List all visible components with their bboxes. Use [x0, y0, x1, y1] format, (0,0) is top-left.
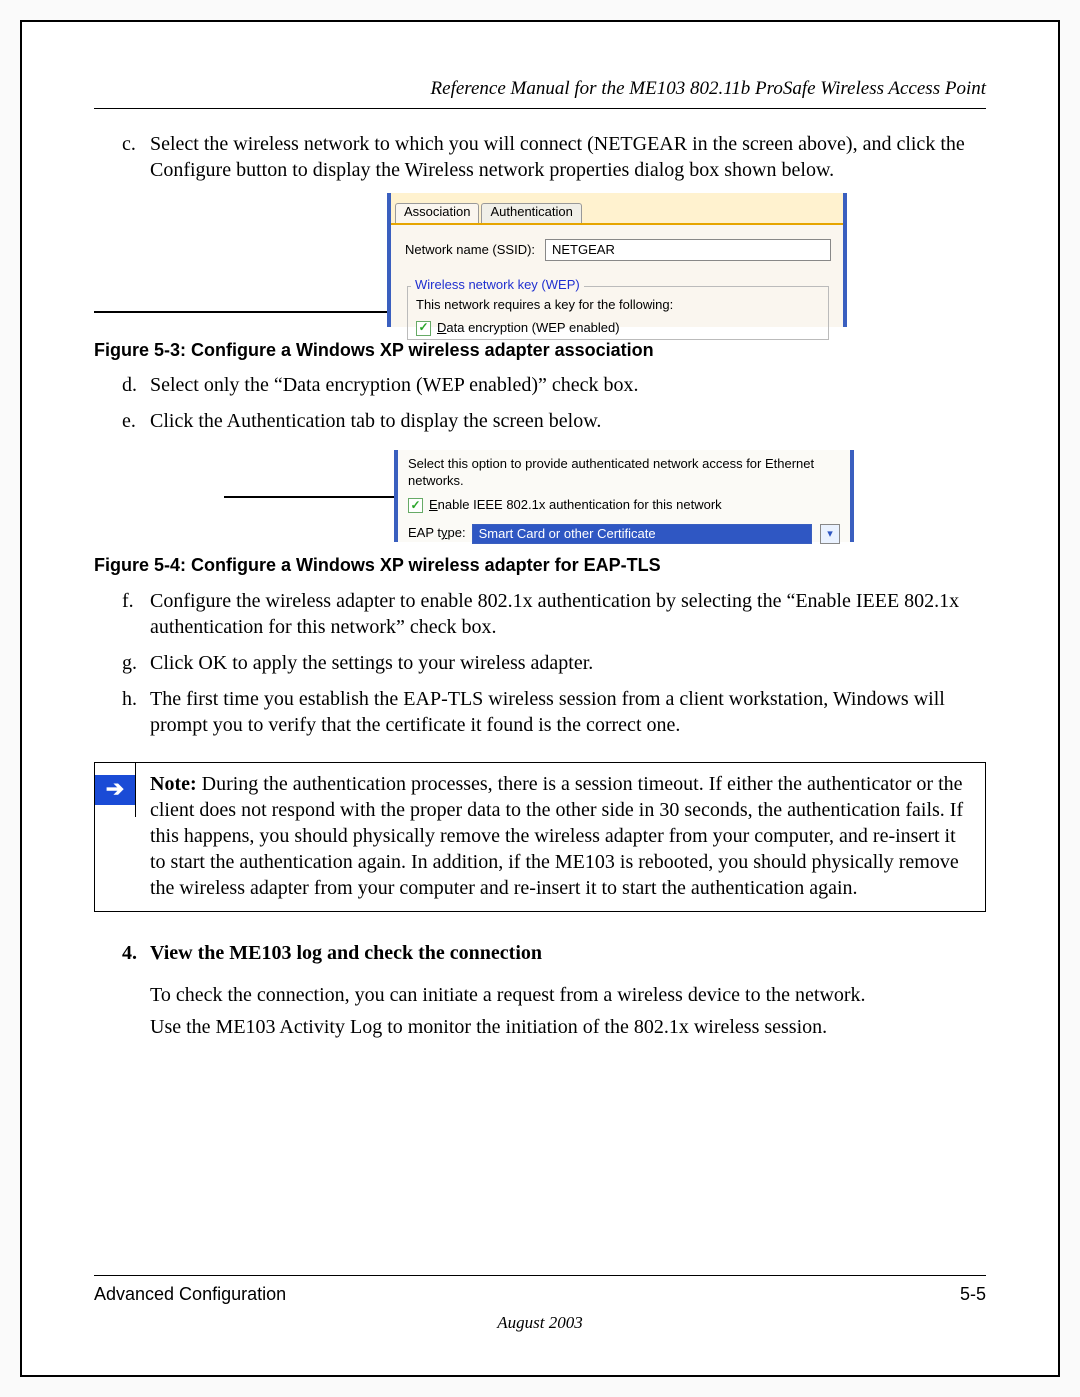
step-e: e. Click the Authentication tab to displ…: [94, 408, 986, 434]
list-marker: g.: [94, 650, 150, 676]
step-4-title: View the ME103 log and check the connect…: [150, 940, 986, 966]
eap-type-label: EAP type:EAP type:: [408, 525, 466, 542]
eap-type-select[interactable]: Smart Card or other Certificate: [472, 524, 812, 544]
step-4-heading: 4. View the ME103 log and check the conn…: [94, 932, 986, 972]
step-text: Configure the wireless adapter to enable…: [150, 588, 986, 640]
document-page: Reference Manual for the ME103 802.11b P…: [20, 20, 1060, 1377]
list-marker: c.: [94, 131, 150, 183]
xp-association-dialog: Association Authentication Network name …: [387, 193, 847, 327]
note-box: ➔ Note: During the authentication proces…: [94, 762, 986, 912]
step-4-p1: To check the connection, you can initiat…: [150, 982, 986, 1008]
tab-bar: Association Authentication: [391, 193, 843, 225]
list-marker: h.: [94, 686, 150, 738]
footer-section: Advanced Configuration: [94, 1284, 286, 1305]
list-marker: e.: [94, 408, 150, 434]
ssid-label: Network name (SSID):: [405, 242, 545, 259]
chevron-down-icon[interactable]: ▾: [820, 524, 840, 544]
dialog-body: Network name (SSID): NETGEAR Wireless ne…: [391, 225, 843, 340]
tab-authentication[interactable]: Authentication: [481, 203, 581, 223]
step-4-p2: Use the ME103 Activity Log to monitor th…: [150, 1014, 986, 1040]
step-text: Select only the “Data encryption (WEP en…: [150, 372, 986, 398]
wep-checkbox-label: DData encryption (WEP enabled)ata encryp…: [437, 320, 620, 337]
page-number: 5-5: [960, 1284, 986, 1305]
figure-5-4: Select this option to provide authentica…: [94, 450, 986, 542]
wep-fieldset: This network requires a key for the foll…: [407, 286, 829, 340]
xp-auth-dialog: Select this option to provide authentica…: [394, 450, 854, 542]
header-rule: [94, 108, 986, 109]
step-text: Click the Authentication tab to display …: [150, 408, 986, 434]
tab-association[interactable]: Association: [395, 203, 479, 223]
step-c: c. Select the wireless network to which …: [94, 131, 986, 183]
auth-intro: Select this option to provide authentica…: [408, 456, 840, 489]
ieee-checkbox-label: Enable IEEE 802.1x authentication for th…: [429, 497, 722, 514]
step-g: g. Click OK to apply the settings to you…: [94, 650, 986, 676]
wep-legend: Wireless network key (WEP): [411, 277, 584, 292]
body-content: c. Select the wireless network to which …: [94, 131, 986, 1040]
footer-date: August 2003: [94, 1313, 986, 1333]
note-text: Note: During the authentication processe…: [136, 763, 985, 911]
note-label: Note:: [150, 773, 197, 795]
callout-line: [94, 311, 398, 313]
step-f: f. Configure the wireless adapter to ena…: [94, 588, 986, 640]
figure-5-3-caption: Figure 5-3: Configure a Windows XP wirel…: [94, 339, 986, 362]
figure-5-4-caption: Figure 5-4: Configure a Windows XP wirel…: [94, 554, 986, 577]
step-d: d. Select only the “Data encryption (WEP…: [94, 372, 986, 398]
arrow-right-icon: ➔: [95, 775, 135, 805]
figure-5-3: Association Authentication Network name …: [94, 193, 986, 327]
step-h: h. The first time you establish the EAP-…: [94, 686, 986, 738]
ieee-checkbox[interactable]: ✓: [408, 498, 423, 513]
list-marker: 4.: [94, 940, 150, 966]
step-text: The first time you establish the EAP-TLS…: [150, 686, 986, 738]
step-text: Click OK to apply the settings to your w…: [150, 650, 986, 676]
callout-line: [224, 496, 404, 498]
list-marker: f.: [94, 588, 150, 640]
footer-rule: [94, 1275, 986, 1276]
page-footer: Advanced Configuration 5-5 August 2003: [94, 1275, 986, 1333]
step-text: Select the wireless network to which you…: [150, 131, 986, 183]
ssid-input[interactable]: NETGEAR: [545, 239, 831, 261]
requires-text: This network requires a key for the foll…: [416, 297, 820, 314]
wep-checkbox[interactable]: ✓: [416, 321, 431, 336]
list-marker: d.: [94, 372, 150, 398]
running-header: Reference Manual for the ME103 802.11b P…: [94, 78, 986, 100]
